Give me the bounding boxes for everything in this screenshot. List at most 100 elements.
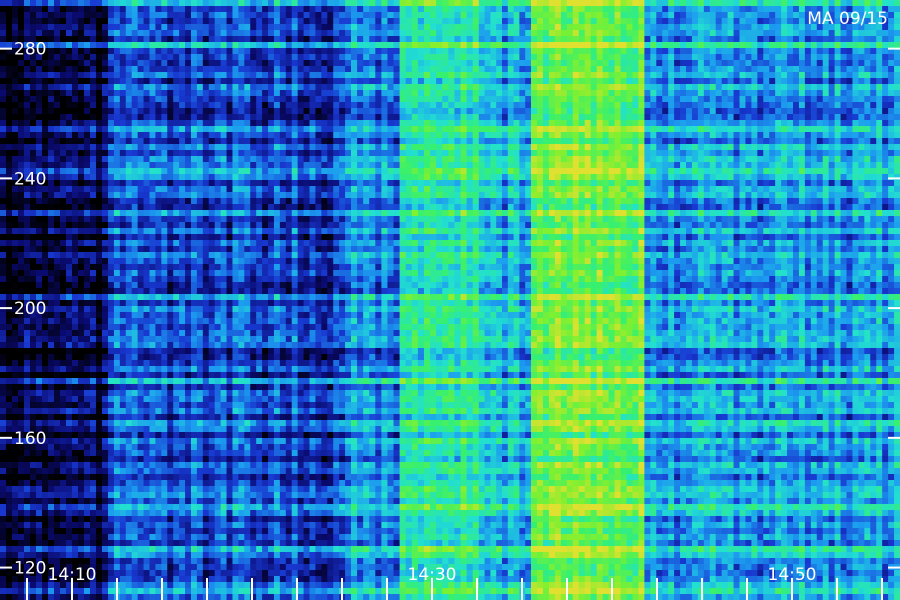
heatmap-cell: [137, 306, 145, 313]
heatmap-cell: [42, 588, 49, 595]
heatmap-cell: [119, 90, 127, 97]
heatmap-cell: [279, 234, 287, 241]
heatmap-cell: [24, 402, 31, 409]
heatmap-cell: [36, 138, 43, 145]
heatmap-cell: [232, 516, 239, 523]
heatmap-cell: [30, 126, 37, 133]
heatmap-cell: [238, 192, 245, 199]
heatmap-cell: [256, 240, 263, 247]
heatmap-cell: [137, 420, 145, 427]
heatmap-cell: [119, 12, 127, 19]
heatmap-cell: [113, 198, 121, 205]
heatmap-cell: [155, 78, 162, 85]
heatmap-cell: [66, 126, 73, 133]
heatmap-cell: [214, 582, 222, 589]
heatmap-cell: [42, 144, 49, 151]
heatmap-cell: [84, 342, 91, 349]
heatmap-cell: [78, 198, 85, 205]
heatmap-cell: [119, 456, 127, 463]
heatmap-cell: [273, 300, 281, 307]
heatmap-cell: [72, 24, 79, 31]
heatmap-cell: [12, 540, 19, 547]
heatmap-cell: [0, 510, 7, 517]
heatmap-cell: [268, 300, 275, 307]
heatmap-cell: [167, 234, 174, 241]
heatmap-cell: [149, 522, 157, 529]
heatmap-cell: [36, 210, 43, 217]
heatmap-cell: [155, 462, 162, 469]
heatmap-cell: [6, 528, 13, 535]
heatmap-cell: [30, 504, 37, 511]
heatmap-cell: [149, 150, 157, 157]
heatmap-cell: [72, 348, 79, 355]
heatmap-cell: [262, 582, 269, 589]
heatmap-cell: [102, 0, 109, 7]
heatmap-cell: [262, 378, 269, 385]
heatmap-cell: [273, 150, 281, 157]
heatmap-cell: [36, 60, 43, 67]
heatmap-cell: [196, 168, 204, 175]
heatmap-cell: [220, 582, 228, 589]
heatmap-cell: [273, 378, 281, 385]
heatmap-cell: [108, 552, 115, 559]
heatmap-cell: [232, 138, 239, 145]
heatmap-cell: [220, 162, 228, 169]
heatmap-cell: [238, 54, 245, 61]
heatmap-cell: [42, 492, 49, 499]
heatmap-cell: [72, 228, 79, 235]
heatmap-cell: [36, 126, 43, 133]
heatmap-cell: [262, 348, 269, 355]
heatmap-cell: [102, 402, 109, 409]
heatmap-cell: [220, 546, 228, 553]
heatmap-cell: [102, 198, 109, 205]
heatmap-cell: [125, 126, 133, 133]
heatmap-cell: [291, 234, 299, 241]
heatmap-cell: [155, 402, 162, 409]
heatmap-cell: [173, 126, 180, 133]
heatmap-cell: [244, 516, 251, 523]
heatmap-cell: [60, 78, 67, 85]
heatmap-cell: [179, 528, 186, 535]
heatmap-cell: [60, 354, 67, 361]
heatmap-cell: [244, 240, 251, 247]
heatmap-cell: [54, 324, 61, 331]
heatmap-cell: [131, 528, 139, 535]
heatmap-cell: [244, 270, 251, 277]
heatmap-cell: [226, 294, 234, 301]
heatmap-cell: [42, 408, 49, 415]
heatmap-cell: [125, 162, 133, 169]
heatmap-cell: [72, 546, 79, 553]
heatmap-cell: [108, 84, 115, 91]
heatmap-cell: [149, 240, 157, 247]
heatmap-cell: [30, 342, 37, 349]
heatmap-cell: [84, 120, 91, 127]
heatmap-cell: [84, 414, 91, 421]
heatmap-cell: [78, 450, 85, 457]
heatmap-cell: [96, 66, 103, 73]
heatmap-cell: [84, 234, 91, 241]
heatmap-cell: [190, 270, 198, 277]
band-1: [108, 0, 352, 600]
heatmap-cell: [108, 210, 115, 217]
heatmap-cell: [285, 132, 293, 139]
heatmap-cell: [291, 252, 299, 259]
heatmap-cell: [66, 318, 73, 325]
heatmap-cell: [72, 264, 79, 271]
heatmap-cell: [226, 546, 234, 553]
heatmap-cell: [48, 294, 55, 301]
heatmap-cell: [250, 108, 257, 115]
heatmap-cell: [30, 24, 37, 31]
heatmap-cell: [268, 330, 275, 337]
heatmap-cell: [149, 192, 157, 199]
heatmap-cell: [137, 564, 145, 571]
heatmap-cell: [262, 450, 269, 457]
heatmap-cell: [161, 534, 168, 541]
heatmap-cell: [102, 330, 109, 337]
heatmap-cell: [119, 450, 127, 457]
heatmap-cell: [190, 594, 198, 600]
heatmap-cell: [6, 192, 13, 199]
heatmap-cell: [72, 72, 79, 79]
heatmap-cell: [244, 564, 251, 571]
heatmap-cell: [208, 174, 216, 181]
heatmap-cell: [161, 420, 168, 427]
